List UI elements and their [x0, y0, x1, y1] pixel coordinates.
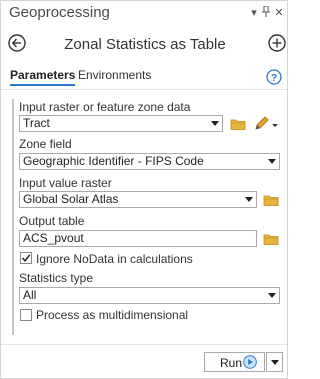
output-table-label: Output table	[19, 214, 85, 228]
tabs-divider	[1, 89, 287, 90]
statistics-type-select[interactable]: All	[19, 287, 280, 304]
ignore-nodata-label: Ignore NoData in calculations	[36, 252, 193, 266]
chevron-down-icon	[211, 121, 219, 126]
folder-icon[interactable]	[263, 232, 279, 246]
geoprocessing-pane: Geoprocessing ▾ ✕ Zonal Statistics as Ta…	[0, 0, 288, 379]
zone-field-select[interactable]: Geographic Identifier - FIPS Code	[19, 153, 280, 170]
tool-title: Zonal Statistics as Table	[64, 36, 226, 53]
zone-field-value: Geographic Identifier - FIPS Code	[23, 154, 204, 168]
play-icon	[243, 355, 257, 369]
zone-data-label: Input raster or feature zone data	[19, 100, 191, 114]
value-raster-value: Global Solar Atlas	[23, 192, 119, 206]
add-circle-icon[interactable]	[268, 34, 286, 52]
zone-field-label: Zone field	[19, 137, 72, 151]
value-raster-select[interactable]: Global Solar Atlas	[19, 191, 257, 208]
pane-titlebar: Geoprocessing ▾ ✕	[1, 1, 287, 27]
folder-icon[interactable]	[230, 117, 246, 131]
close-icon[interactable]: ✕	[272, 6, 286, 20]
output-table-value: ACS_pvout	[23, 231, 84, 245]
run-label: Run	[220, 356, 243, 370]
ignore-nodata-checkbox[interactable]	[20, 252, 32, 264]
tab-parameters[interactable]: Parameters	[10, 68, 76, 86]
back-arrow-icon[interactable]	[8, 34, 26, 52]
folder-icon[interactable]	[263, 193, 279, 207]
value-raster-label: Input value raster	[19, 176, 112, 190]
zone-data-value: Tract	[23, 116, 50, 130]
svg-text:?: ?	[271, 73, 277, 84]
chevron-down-icon	[268, 293, 276, 298]
statistics-type-label: Statistics type	[19, 271, 94, 285]
footer-divider	[1, 344, 287, 345]
tab-environments[interactable]: Environments	[78, 68, 151, 82]
zone-data-select[interactable]: Tract	[19, 115, 223, 132]
run-options-dropdown[interactable]	[266, 352, 283, 372]
multidimensional-checkbox[interactable]	[20, 309, 32, 321]
pin-icon[interactable]	[259, 5, 273, 20]
checkmark-icon	[21, 254, 31, 262]
statistics-type-value: All	[23, 288, 37, 302]
chevron-down-icon	[245, 197, 253, 202]
output-table-input[interactable]: ACS_pvout	[19, 230, 257, 247]
run-button[interactable]: Run	[204, 352, 265, 372]
pencil-edit-icon[interactable]	[253, 115, 279, 133]
help-icon[interactable]: ?	[266, 69, 282, 85]
pane-title: Geoprocessing	[9, 4, 110, 21]
multidimensional-label: Process as multidimensional	[36, 308, 189, 322]
parameter-group-bar	[12, 99, 14, 335]
chevron-down-icon	[268, 159, 276, 164]
